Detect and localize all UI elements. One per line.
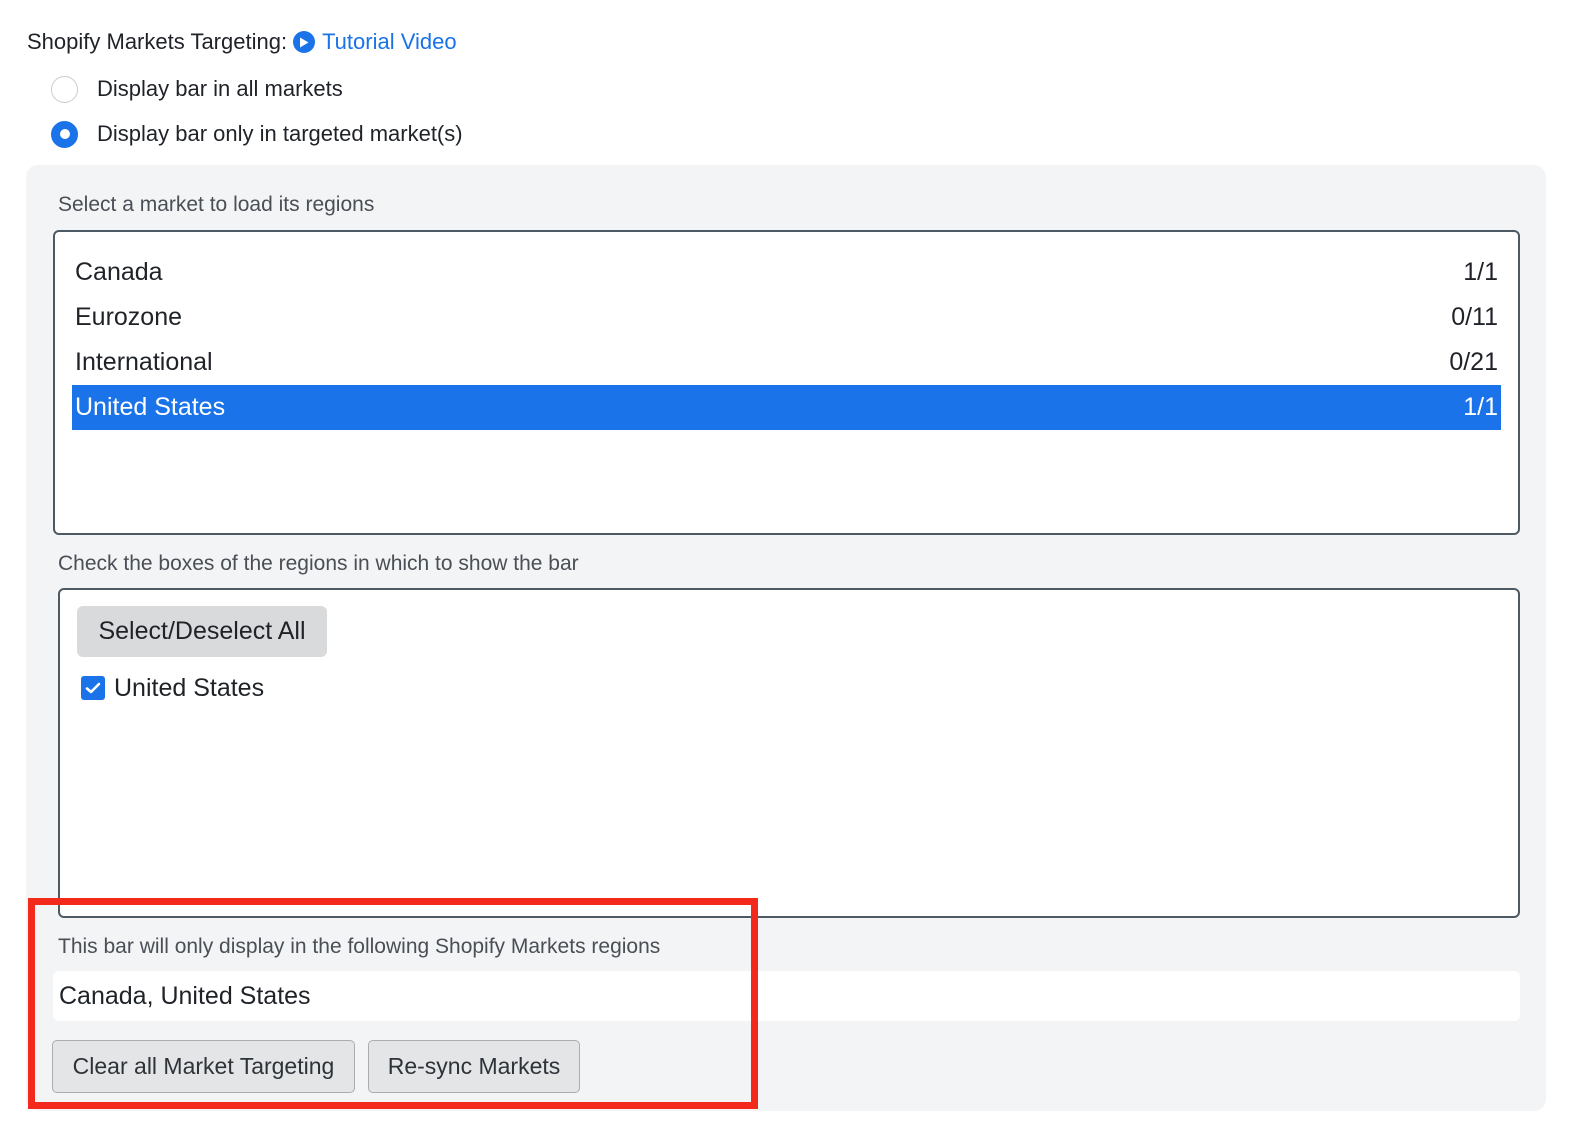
radio-button-checked[interactable]: [51, 120, 78, 148]
market-option-canada[interactable]: Canada 1/1: [72, 250, 1501, 295]
radio-option-all-markets[interactable]: Display bar in all markets: [51, 74, 343, 104]
select-deselect-all-button[interactable]: Select/Deselect All: [77, 606, 327, 657]
market-list-label: Select a market to load its regions: [58, 193, 375, 216]
market-option-united-states[interactable]: United States 1/1: [72, 385, 1501, 430]
summary-label: This bar will only display in the follow…: [58, 935, 661, 958]
resync-markets-button[interactable]: Re-sync Markets: [368, 1040, 580, 1093]
market-count: 0/11: [1451, 303, 1498, 331]
region-checkbox-united-states[interactable]: United States: [81, 672, 264, 704]
region-label: United States: [114, 673, 265, 702]
radio-button-unchecked[interactable]: [51, 75, 78, 103]
radio-option-targeted-markets[interactable]: Display bar only in targeted market(s): [51, 119, 463, 149]
targeted-regions-output: Canada, United States: [53, 971, 1520, 1021]
market-name: Eurozone: [75, 303, 183, 331]
market-name: United States: [75, 393, 226, 421]
market-count: 1/1: [1463, 393, 1498, 421]
tutorial-video-link[interactable]: Tutorial Video: [322, 29, 457, 55]
regions-box: Select/Deselect All United States: [58, 588, 1520, 918]
market-name: Canada: [75, 258, 163, 286]
clear-market-targeting-button[interactable]: Clear all Market Targeting: [52, 1040, 355, 1093]
market-name: International: [75, 348, 213, 376]
checkbox-checked-icon[interactable]: [81, 676, 105, 700]
markets-targeting-header: Shopify Markets Targeting: Tutorial Vide…: [27, 27, 457, 57]
market-option-eurozone[interactable]: Eurozone 0/11: [72, 295, 1501, 340]
market-count: 0/21: [1449, 348, 1498, 376]
market-count: 1/1: [1463, 258, 1498, 286]
section-title: Shopify Markets Targeting:: [27, 29, 288, 54]
radio-label: Display bar in all markets: [97, 76, 343, 101]
radio-label: Display bar only in targeted market(s): [97, 121, 463, 146]
market-listbox[interactable]: Canada 1/1 Eurozone 0/11 International 0…: [53, 230, 1520, 535]
regions-label: Check the boxes of the regions in which …: [58, 552, 579, 575]
market-option-international[interactable]: International 0/21: [72, 340, 1501, 385]
play-circle-icon[interactable]: [293, 31, 316, 53]
